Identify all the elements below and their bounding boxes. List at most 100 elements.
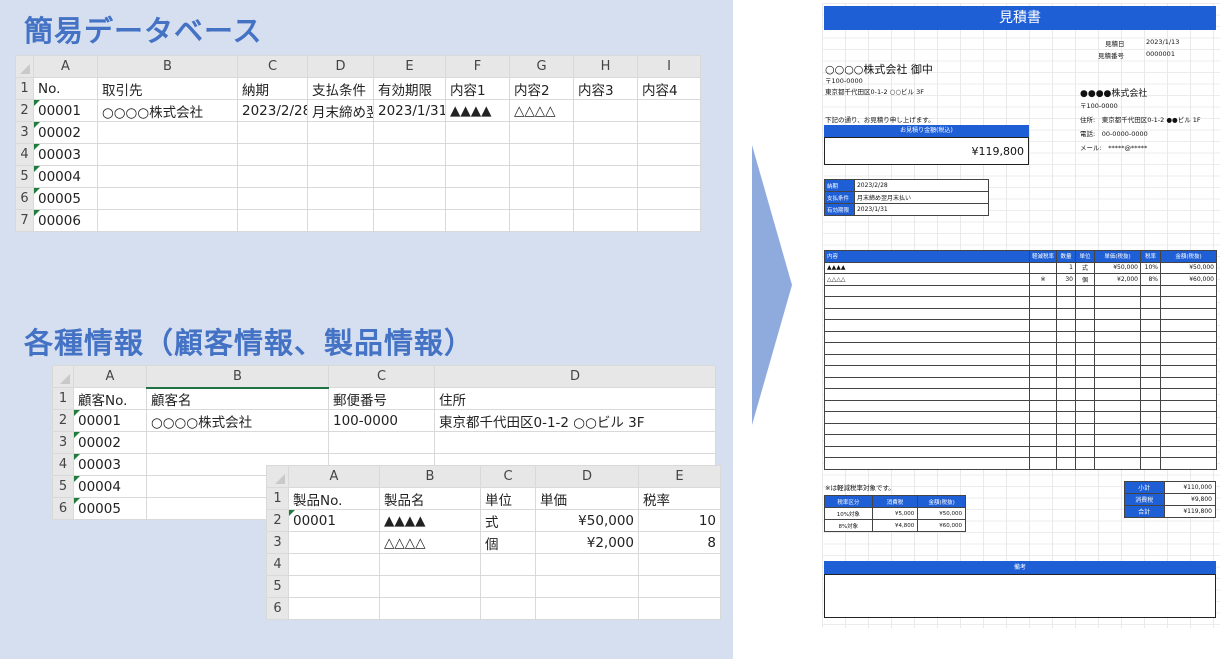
item-cell[interactable] (824, 434, 1030, 447)
item-cell[interactable] (1029, 261, 1057, 274)
sheet-cell[interactable]: 100-0000 (328, 409, 435, 432)
row-header[interactable]: 1 (266, 487, 289, 510)
item-cell[interactable] (1140, 445, 1161, 458)
column-header[interactable]: H (573, 55, 638, 78)
column-header[interactable]: C (480, 465, 536, 488)
sheet-cell[interactable] (637, 99, 701, 122)
select-all-corner[interactable] (15, 55, 34, 78)
sheet-cell[interactable]: 支払条件 (307, 77, 374, 100)
sheet-cell[interactable]: 個 (480, 531, 536, 554)
sheet-cell[interactable]: ▲▲▲▲ (379, 509, 481, 532)
item-cell[interactable] (824, 376, 1030, 389)
sheet-cell[interactable]: 納期 (237, 77, 308, 100)
sheet-cell[interactable]: △△△△ (509, 99, 574, 122)
item-cell[interactable] (1056, 307, 1076, 320)
item-cell[interactable] (1056, 399, 1076, 412)
sheet-cell[interactable]: 00003 (33, 143, 98, 166)
item-cell[interactable] (1140, 342, 1161, 355)
item-cell[interactable] (1029, 307, 1057, 320)
sheet-cell[interactable] (480, 553, 536, 576)
sheet-cell[interactable]: 00001 (33, 99, 98, 122)
item-cell[interactable] (1140, 296, 1161, 309)
item-cell[interactable] (1160, 434, 1217, 447)
item-cell[interactable] (1075, 411, 1095, 424)
sheet-cell[interactable]: No. (33, 77, 98, 100)
item-cell[interactable] (1094, 319, 1141, 332)
sheet-cell[interactable] (637, 143, 701, 166)
sheet-cell[interactable] (535, 553, 639, 576)
item-cell[interactable] (1029, 330, 1057, 343)
item-cell[interactable] (1029, 399, 1057, 412)
sheet-cell[interactable] (307, 165, 374, 188)
item-cell[interactable] (1029, 353, 1057, 366)
sheet-cell[interactable] (480, 575, 536, 598)
column-header[interactable]: B (146, 365, 329, 389)
item-cell[interactable] (1140, 399, 1161, 412)
item-cell[interactable] (1160, 307, 1217, 320)
sheet-cell[interactable] (509, 187, 574, 210)
sheet-cell[interactable] (509, 121, 574, 144)
item-cell[interactable] (1140, 284, 1161, 297)
column-header[interactable]: F (445, 55, 510, 78)
sheet-cell[interactable] (328, 431, 435, 454)
item-cell[interactable] (1029, 445, 1057, 458)
column-header[interactable]: D (434, 365, 716, 388)
column-header[interactable]: E (638, 465, 721, 488)
item-cell[interactable] (1094, 388, 1141, 401)
item-cell[interactable] (1140, 434, 1161, 447)
sheet-cell[interactable] (573, 187, 638, 210)
sheet-cell[interactable]: 単位 (480, 487, 536, 510)
sheet-cell[interactable]: 東京都千代田区0-1-2 ○○ビル 3F (434, 409, 716, 432)
sheet-cell[interactable]: 00001 (288, 509, 380, 532)
sheet-cell[interactable] (307, 143, 374, 166)
item-cell[interactable] (824, 296, 1030, 309)
item-cell[interactable] (1160, 342, 1217, 355)
item-cell[interactable] (1140, 388, 1161, 401)
column-header[interactable]: D (307, 55, 374, 78)
item-cell[interactable] (1056, 434, 1076, 447)
item-cell[interactable] (1029, 411, 1057, 424)
column-header[interactable]: I (637, 55, 701, 78)
sheet-cell[interactable] (535, 597, 639, 620)
sheet-cell[interactable]: 顧客No. (73, 387, 147, 410)
sheet-cell[interactable] (288, 531, 380, 554)
sheet-cell[interactable]: 内容1 (445, 77, 510, 100)
item-cell[interactable] (1094, 307, 1141, 320)
sheet-cell[interactable]: 住所 (434, 387, 716, 410)
item-cell[interactable] (1056, 445, 1076, 458)
item-cell[interactable] (1094, 284, 1141, 297)
sheet-cell[interactable]: 内容2 (509, 77, 574, 100)
item-cell[interactable] (1160, 445, 1217, 458)
item-cell[interactable] (1160, 457, 1217, 470)
sheet-cell[interactable] (288, 575, 380, 598)
sheet-cell[interactable]: 単価 (535, 487, 639, 510)
column-header[interactable]: C (237, 55, 308, 78)
product-sheet[interactable]: A B C D E 1 製品No. 製品名 単位 単価 税率 2 00001 ▲▲▲▲ 式 ¥50,000 10… (266, 465, 721, 620)
item-cell[interactable] (1056, 422, 1076, 435)
item-cell[interactable] (1075, 422, 1095, 435)
sheet-cell[interactable] (573, 121, 638, 144)
item-cell[interactable] (1094, 457, 1141, 470)
item-cell[interactable] (1094, 445, 1141, 458)
sheet-cell[interactable] (638, 553, 721, 576)
item-cell[interactable]: ¥60,000 (1160, 273, 1217, 286)
sheet-cell[interactable]: 00005 (73, 497, 147, 520)
item-cell[interactable] (1140, 319, 1161, 332)
item-cell[interactable] (1075, 342, 1095, 355)
sheet-cell[interactable]: 00005 (33, 187, 98, 210)
sheet-cell[interactable] (237, 165, 308, 188)
item-cell[interactable]: 8% (1140, 273, 1161, 286)
item-cell[interactable] (1075, 388, 1095, 401)
item-cell[interactable] (1075, 376, 1095, 389)
column-header[interactable]: E (373, 55, 446, 78)
sheet-cell[interactable] (638, 597, 721, 620)
item-cell[interactable] (1160, 284, 1217, 297)
item-cell[interactable] (1029, 434, 1057, 447)
item-cell[interactable] (1056, 330, 1076, 343)
item-cell[interactable] (1140, 422, 1161, 435)
column-header[interactable]: D (535, 465, 639, 488)
item-cell[interactable]: 30 (1056, 273, 1076, 286)
item-cell[interactable] (1160, 399, 1217, 412)
sheet-cell[interactable] (379, 597, 481, 620)
item-cell[interactable] (1075, 330, 1095, 343)
